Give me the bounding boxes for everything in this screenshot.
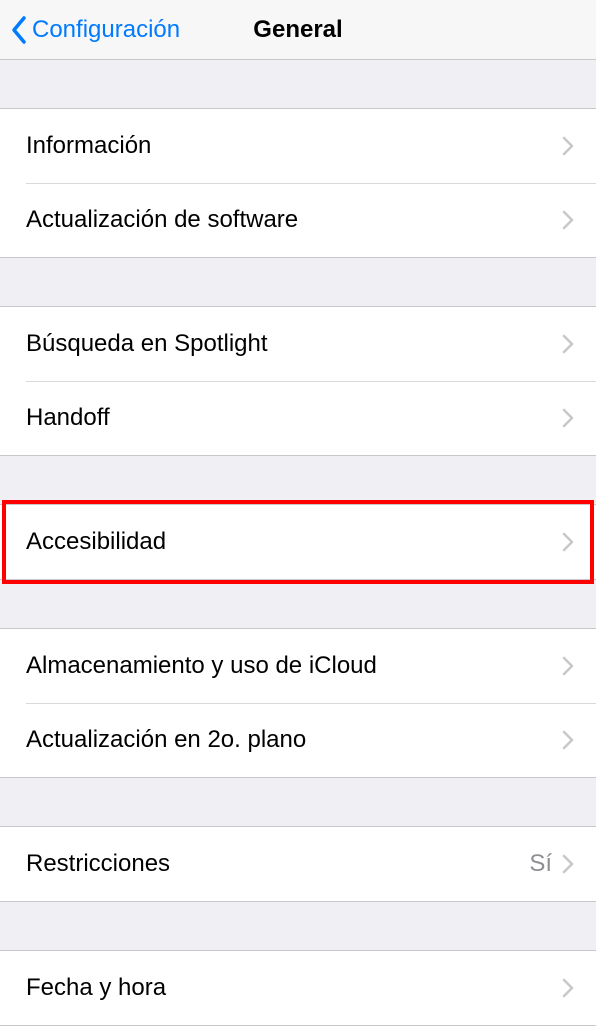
chevron-right-icon (562, 408, 574, 428)
row-handoff[interactable]: Handoff (0, 381, 596, 455)
section-gap (0, 902, 596, 950)
chevron-right-icon (562, 978, 574, 998)
chevron-right-icon (562, 730, 574, 750)
navbar: Configuración General (0, 0, 596, 60)
chevron-left-icon (10, 15, 28, 45)
row-restricciones[interactable]: Restricciones Sí (0, 827, 596, 901)
section-gap (0, 60, 596, 108)
section-gap (0, 456, 596, 504)
section-gap (0, 580, 596, 628)
row-fecha-hora[interactable]: Fecha y hora (0, 951, 596, 1025)
back-label: Configuración (32, 16, 180, 44)
row-busqueda-spotlight[interactable]: Búsqueda en Spotlight (0, 307, 596, 381)
row-label: Restricciones (26, 850, 529, 878)
chevron-right-icon (562, 334, 574, 354)
list-group-spotlight: Búsqueda en Spotlight Handoff (0, 306, 596, 456)
row-label: Información (26, 132, 562, 160)
list-group-fecha: Fecha y hora (0, 950, 596, 1026)
highlighted-group: Accesibilidad (0, 504, 596, 580)
back-button[interactable]: Configuración (0, 15, 180, 45)
row-label: Búsqueda en Spotlight (26, 330, 562, 358)
section-gap (0, 778, 596, 826)
chevron-right-icon (562, 854, 574, 874)
row-label: Fecha y hora (26, 974, 562, 1002)
row-informacion[interactable]: Información (0, 109, 596, 183)
list-group-accesibilidad: Accesibilidad (0, 504, 596, 580)
chevron-right-icon (562, 656, 574, 676)
row-label: Handoff (26, 404, 562, 432)
list-group-info: Información Actualización de software (0, 108, 596, 258)
row-accesibilidad[interactable]: Accesibilidad (0, 505, 596, 579)
page-title: General (253, 16, 342, 44)
list-group-restricciones: Restricciones Sí (0, 826, 596, 902)
row-label: Almacenamiento y uso de iCloud (26, 652, 562, 680)
row-label: Actualización de software (26, 206, 562, 234)
chevron-right-icon (562, 532, 574, 552)
chevron-right-icon (562, 210, 574, 230)
chevron-right-icon (562, 136, 574, 156)
list-group-storage: Almacenamiento y uso de iCloud Actualiza… (0, 628, 596, 778)
row-actualizacion-software[interactable]: Actualización de software (0, 183, 596, 257)
row-label: Accesibilidad (26, 528, 562, 556)
row-actualizacion-2o-plano[interactable]: Actualización en 2o. plano (0, 703, 596, 777)
row-almacenamiento-icloud[interactable]: Almacenamiento y uso de iCloud (0, 629, 596, 703)
row-value: Sí (529, 850, 552, 878)
section-gap (0, 258, 596, 306)
row-label: Actualización en 2o. plano (26, 726, 562, 754)
